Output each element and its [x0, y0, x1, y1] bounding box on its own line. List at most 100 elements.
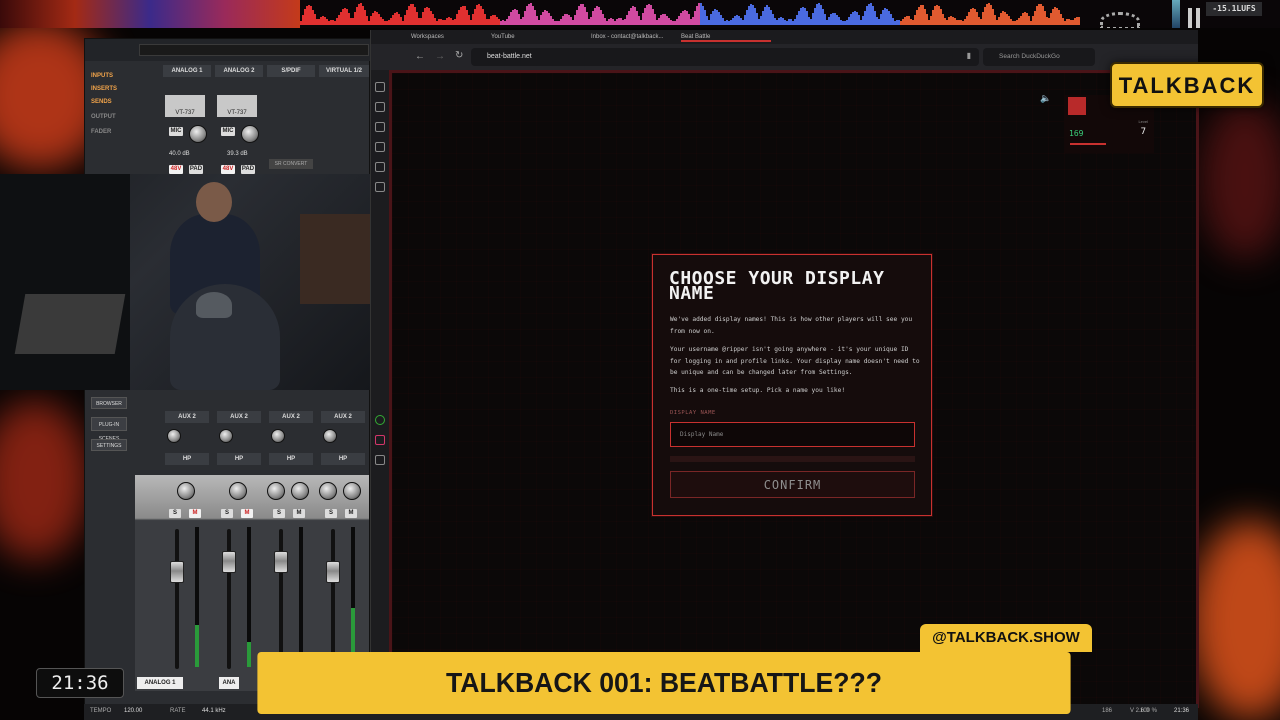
waveform-bar — [1078, 17, 1080, 25]
pan-knob-1[interactable] — [177, 482, 195, 500]
whatsapp-icon[interactable] — [375, 415, 385, 425]
fader-1[interactable] — [170, 561, 184, 583]
browser-sidebar — [371, 70, 389, 720]
phantom-button-2[interactable]: 48V — [221, 165, 235, 174]
bookmark-icon[interactable]: ▮ — [967, 51, 971, 60]
notes-icon[interactable] — [375, 182, 385, 192]
audio-waveform-bar — [0, 0, 1280, 28]
level-meter-1 — [195, 527, 199, 667]
mute-button-2[interactable]: M — [241, 509, 253, 518]
solo-button-1[interactable]: S — [169, 509, 181, 518]
fader-track-2 — [227, 529, 231, 669]
modal-title: CHOOSE YOUR DISPLAY NAME — [669, 268, 885, 304]
score-value: 169 — [1069, 129, 1084, 138]
instagram-icon[interactable] — [375, 435, 385, 445]
solo-button-3[interactable]: S — [273, 509, 285, 518]
settings-button[interactable]: SETTINGS — [91, 439, 127, 451]
aux-knob-3[interactable] — [271, 429, 285, 443]
fader-3[interactable] — [274, 551, 288, 573]
channel-header-virtual: VIRTUAL 1/2 — [319, 65, 369, 77]
level-meter — [1172, 0, 1180, 28]
search-field[interactable]: Search DuckDuckGo — [983, 48, 1095, 66]
reload-icon[interactable]: ↻ — [455, 50, 463, 61]
nav-inputs[interactable]: INPUTS — [91, 73, 113, 79]
history-icon[interactable] — [375, 162, 385, 172]
bottom-channel-label: ANALOG 1 — [137, 677, 183, 689]
sidebar-extra-icon[interactable] — [375, 455, 385, 465]
level-value: 7 — [1140, 127, 1146, 137]
gain-knob-2[interactable] — [241, 125, 259, 143]
plugin-slot-1[interactable]: VT-737 — [165, 95, 205, 117]
display-name-label: DISPLAY NAME — [670, 410, 716, 416]
pad-button-2[interactable]: PAD — [241, 165, 255, 174]
zoom-level: 100 % — [1140, 708, 1158, 714]
aux-knob-4[interactable] — [323, 429, 337, 443]
solo-button-4[interactable]: S — [325, 509, 337, 518]
display-name-input[interactable] — [670, 422, 915, 447]
spectrogram — [0, 0, 300, 28]
mute-button-1[interactable]: M — [189, 509, 201, 518]
aux-label-3: AUX 2 — [269, 411, 313, 423]
nav-output[interactable]: OUTPUT — [91, 114, 116, 120]
nav-sends[interactable]: SENDS — [91, 99, 112, 105]
tab-inbox[interactable]: Inbox - contact@talkback... — [591, 32, 663, 42]
talkback-logo: TALKBACK — [1110, 62, 1264, 108]
phantom-button-1[interactable]: 48V — [169, 165, 183, 174]
sr-convert-button[interactable]: SR CONVERT — [269, 159, 313, 169]
fader-track-1 — [175, 529, 179, 669]
tab-workspaces[interactable]: Workspaces — [411, 32, 444, 42]
pan-knob-2[interactable] — [229, 482, 247, 500]
hp-label-3: HP — [269, 453, 313, 465]
sound-icon[interactable]: 🔈 — [1040, 93, 1051, 104]
forward-icon[interactable]: → — [435, 51, 445, 62]
downloads-icon[interactable] — [375, 142, 385, 152]
nav-inserts[interactable]: INSERTS — [91, 86, 117, 92]
url-field[interactable]: beat-battle.net ▮ — [471, 48, 979, 66]
input-progress-bar — [670, 456, 915, 462]
hp-label-2: HP — [217, 453, 261, 465]
tab-youtube[interactable]: YouTube — [491, 32, 515, 42]
mute-button-3[interactable]: M — [293, 509, 305, 518]
channel-header-analog-1: ANALOG 1 — [163, 65, 211, 77]
tempo-label: TEMPO — [90, 708, 112, 714]
search-placeholder: Search DuckDuckGo — [999, 53, 1060, 60]
pan-knob-3a[interactable] — [267, 482, 285, 500]
tab-beat-battle[interactable]: Beat Battle — [681, 32, 771, 42]
mute-button-4[interactable]: M — [345, 509, 357, 518]
fader-2[interactable] — [222, 551, 236, 573]
mic-button-2[interactable]: MIC — [221, 127, 235, 136]
loudness-dial — [1100, 12, 1140, 28]
modal-intro: We've added display names! This is how o… — [670, 316, 913, 335]
browser-button[interactable]: BROWSER — [91, 397, 127, 409]
pan-knob-3b[interactable] — [291, 482, 309, 500]
webcam-feed — [0, 174, 386, 390]
solo-button-2[interactable]: S — [221, 509, 233, 518]
confirm-button[interactable]: CONFIRM — [670, 471, 915, 498]
gain-readout-2: 39.3 dB — [227, 151, 248, 157]
count-value: 186 — [1102, 708, 1113, 714]
pad-button-1[interactable]: PAD — [189, 165, 203, 174]
social-handle-tag: @TALKBACK.SHOW — [920, 624, 1092, 652]
fader-4[interactable] — [326, 561, 340, 583]
aux-label-2: AUX 2 — [217, 411, 261, 423]
plugin-scenes-button[interactable]: PLUG-IN SCENES — [91, 417, 127, 442]
aux-knob-2[interactable] — [219, 429, 233, 443]
pan-knob-4a[interactable] — [319, 482, 337, 500]
back-icon[interactable]: ← — [415, 51, 425, 62]
mic-button-1[interactable]: MIC — [169, 127, 183, 136]
bottom-channel-label-2: ANA — [219, 677, 239, 689]
nav-fader[interactable]: FADER — [91, 129, 111, 135]
aux-knob-1[interactable] — [167, 429, 181, 443]
plugin-slot-2[interactable]: VT-737 — [217, 95, 257, 117]
tab-strip: Workspaces YouTube Inbox - contact@talkb… — [371, 30, 1198, 44]
pause-icon — [1188, 8, 1192, 28]
sidebar-panel-icon[interactable] — [375, 82, 385, 92]
logo-text: TALKBACK — [1118, 73, 1256, 98]
episode-title-banner: TALKBACK 001: BEATBATTLE??? — [257, 652, 1071, 714]
pan-knob-4b[interactable] — [343, 482, 361, 500]
gain-knob-1[interactable] — [189, 125, 207, 143]
reading-list-icon[interactable] — [375, 122, 385, 132]
meter-bridge — [139, 44, 369, 56]
flame-right-top — [1200, 100, 1280, 260]
bookmarks-icon[interactable] — [375, 102, 385, 112]
